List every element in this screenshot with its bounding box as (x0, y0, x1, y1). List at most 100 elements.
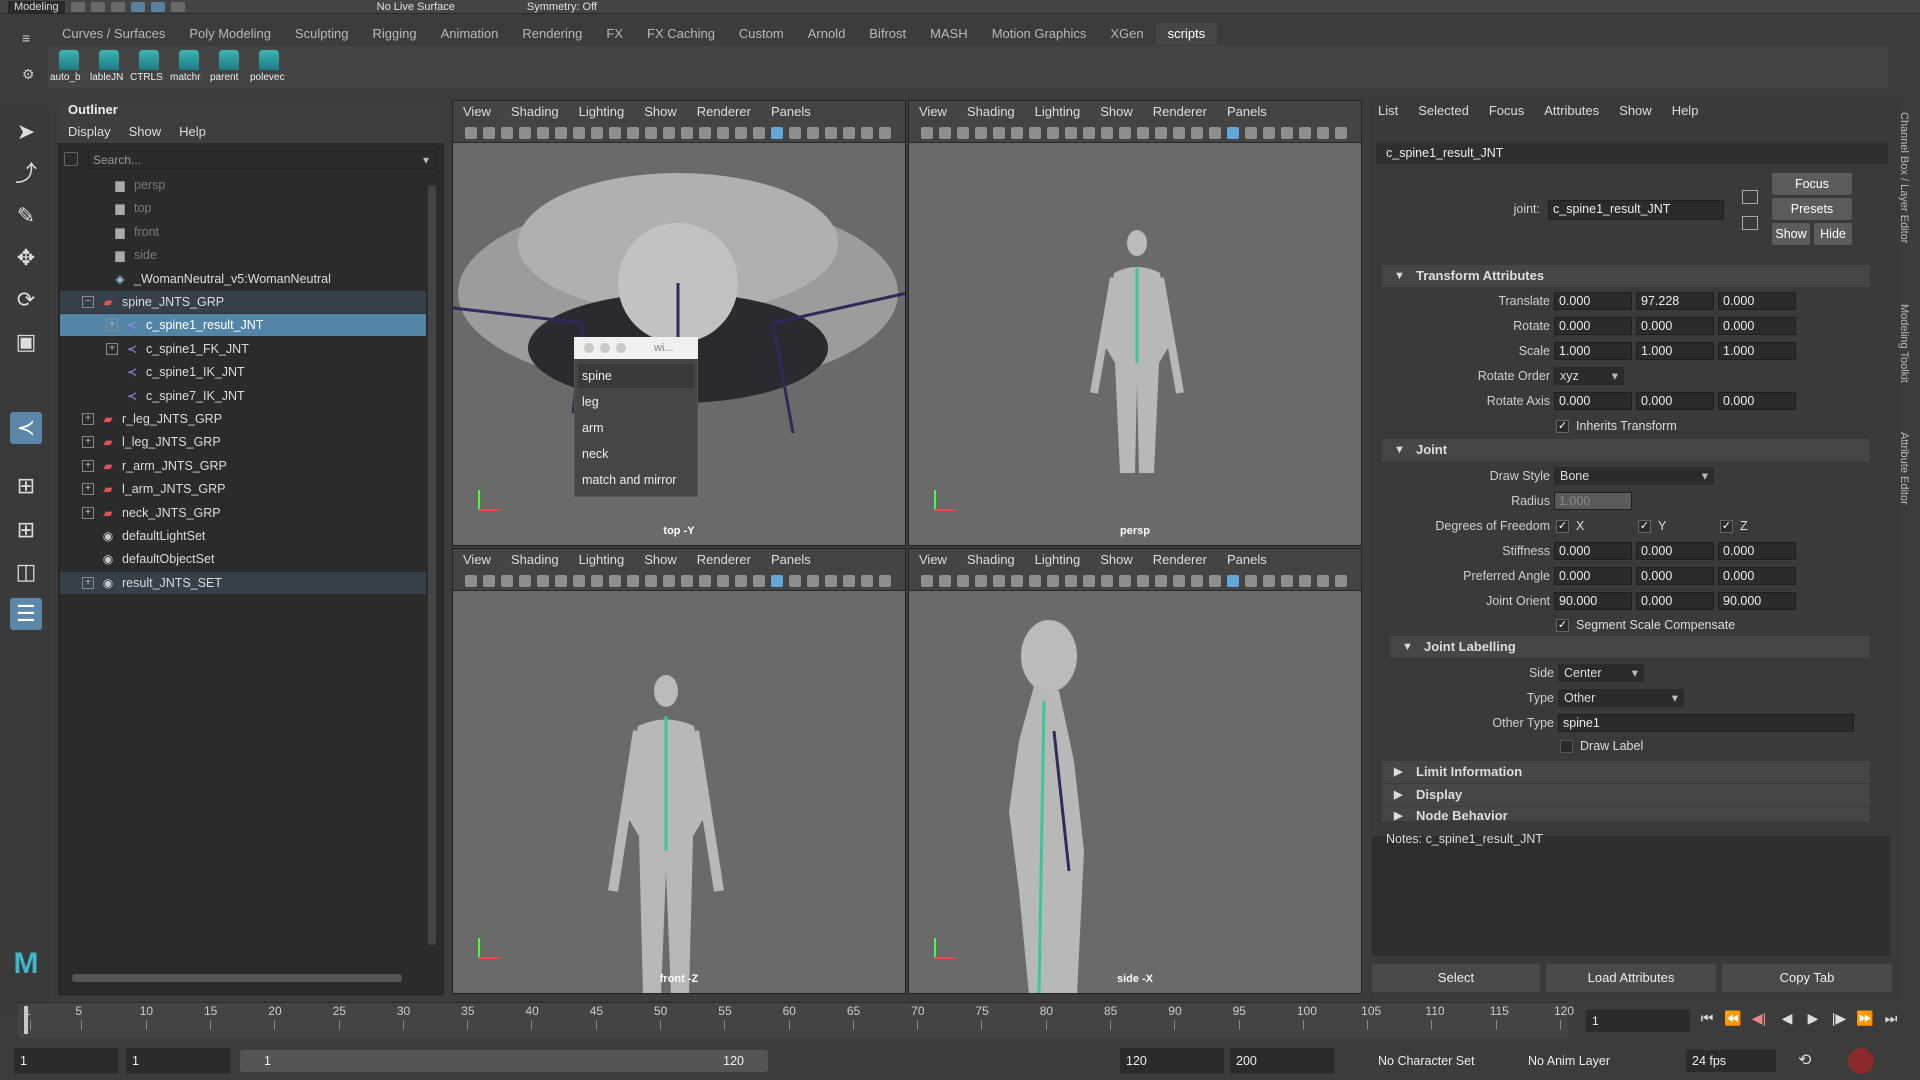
viewport-tool-icon[interactable] (939, 127, 951, 139)
scene-end-field[interactable]: 200 (1230, 1048, 1334, 1074)
ae-menu-selected[interactable]: Selected (1418, 100, 1469, 122)
outliner-menu-show[interactable]: Show (129, 121, 162, 143)
viewport-tool-icon[interactable] (1299, 575, 1311, 587)
viewport-tool-icon[interactable] (1155, 127, 1167, 139)
viewport-tool-icon[interactable] (645, 575, 657, 587)
vp-menu-lighting[interactable]: Lighting (579, 549, 625, 571)
vp-menu-view[interactable]: View (463, 101, 491, 123)
viewport-tool-icon[interactable] (975, 575, 987, 587)
viewport-tool-icon[interactable] (939, 575, 951, 587)
viewport-tool-icon[interactable] (609, 575, 621, 587)
viewport-tool-icon[interactable] (681, 127, 693, 139)
shelf-menu-icon[interactable]: ≡ (22, 30, 30, 46)
vp-menu-renderer[interactable]: Renderer (1153, 549, 1207, 571)
side-dropdown[interactable]: Center (1558, 664, 1644, 682)
outliner-item[interactable]: ◉ defaultObjectSet (60, 548, 426, 570)
vp-menu-panels[interactable]: Panels (771, 101, 811, 123)
viewport-tool-icon[interactable] (789, 575, 801, 587)
minimize-dot-icon[interactable] (600, 343, 610, 353)
outliner-scrollbar[interactable] (426, 171, 438, 961)
menu-item-arm[interactable]: arm (578, 416, 694, 440)
presets-button[interactable]: Presets (1772, 198, 1852, 220)
outliner-item[interactable]: + ≺ c_spine1_FK_JNT (60, 338, 426, 360)
rotate-z-field[interactable]: 0.000 (1718, 317, 1796, 335)
vp-menu-shading[interactable]: Shading (511, 549, 559, 571)
anim-layer-dropdown[interactable]: No Anim Layer (1528, 1050, 1658, 1072)
preferred-x-field[interactable]: 0.000 (1554, 567, 1632, 585)
playback-start-field[interactable]: 1 (126, 1048, 230, 1074)
outliner-item[interactable]: ▆ front (60, 221, 426, 243)
outliner-item[interactable]: − ▰ spine_JNTS_GRP (60, 291, 426, 313)
viewport-tool-icon[interactable] (1317, 575, 1329, 587)
shelf-tab[interactable]: Curves / Surfaces (50, 23, 177, 45)
outliner-item[interactable]: ◈ _WomanNeutral_v5:WomanNeutral (60, 268, 426, 290)
current-time-marker[interactable] (24, 1006, 28, 1034)
viewport-tool-icon[interactable] (591, 127, 603, 139)
viewport-tool-icon[interactable] (627, 127, 639, 139)
inherits-transform-checkbox[interactable]: ✓ (1556, 420, 1569, 433)
viewport-tool-icon[interactable] (699, 575, 711, 587)
outliner-menu-display[interactable]: Display (68, 121, 111, 143)
viewport-tool-icon[interactable] (1335, 127, 1347, 139)
viewport-tool-icon[interactable] (921, 127, 933, 139)
viewport-tool-icon[interactable] (465, 575, 477, 587)
expand-toggle-icon[interactable]: + (82, 413, 94, 425)
viewport-tool-icon[interactable] (879, 127, 891, 139)
viewport-tool-icon[interactable] (1029, 127, 1041, 139)
snap-grid-icon[interactable] (150, 1, 165, 12)
stiffness-x-field[interactable]: 0.000 (1554, 542, 1632, 560)
vp-menu-show[interactable]: Show (1100, 549, 1133, 571)
shelf-tab[interactable]: Poly Modeling (177, 23, 283, 45)
vp-menu-shading[interactable]: Shading (967, 101, 1015, 123)
vp-menu-lighting[interactable]: Lighting (1035, 101, 1081, 123)
segment-scale-checkbox[interactable]: ✓ (1556, 619, 1569, 632)
outliner-item[interactable]: + ▰ l_leg_JNTS_GRP (60, 431, 426, 453)
stiffness-z-field[interactable]: 0.000 (1718, 542, 1796, 560)
viewport-tool-icon[interactable] (609, 127, 621, 139)
new-scene-icon[interactable] (70, 1, 85, 12)
outliner-item[interactable]: ▆ persp (60, 174, 426, 196)
viewport-tool-icon[interactable] (825, 575, 837, 587)
viewport-tool-icon[interactable] (975, 127, 987, 139)
joint-orient-y-field[interactable]: 0.000 (1636, 592, 1714, 610)
rotate-axis-x-field[interactable]: 0.000 (1554, 392, 1632, 410)
step-back-key-icon[interactable]: ⏪ (1722, 1010, 1744, 1027)
vp-menu-view[interactable]: View (919, 549, 947, 571)
vp-menu-panels[interactable]: Panels (1227, 549, 1267, 571)
shelf-tab[interactable]: Motion Graphics (980, 23, 1099, 45)
side-tab-modeling-toolkit[interactable]: Modeling Toolkit (1898, 304, 1910, 383)
viewport-tool-icon[interactable] (1083, 127, 1095, 139)
play-forward-icon[interactable]: ▶ (1802, 1010, 1824, 1027)
notes-field[interactable] (1372, 836, 1890, 956)
viewport-tool-icon[interactable] (501, 127, 513, 139)
shelf-tab[interactable]: Arnold (796, 23, 858, 45)
viewport-tool-icon[interactable] (1029, 575, 1041, 587)
joint-name-field[interactable]: c_spine1_result_JNT (1548, 200, 1724, 220)
viewport-tool-icon[interactable] (1173, 127, 1185, 139)
viewport-tool-icon[interactable] (699, 127, 711, 139)
lasso-tool-icon[interactable]: ⤴ (10, 158, 42, 190)
vp-menu-lighting[interactable]: Lighting (579, 101, 625, 123)
dof-x-checkbox[interactable]: ✓ (1556, 520, 1569, 533)
preferred-y-field[interactable]: 0.000 (1636, 567, 1714, 585)
viewport-tool-icon[interactable] (861, 127, 873, 139)
stiffness-y-field[interactable]: 0.000 (1636, 542, 1714, 560)
vp-menu-view[interactable]: View (463, 549, 491, 571)
rotate-tool-icon[interactable]: ⟳ (10, 284, 42, 316)
viewport-tool-icon[interactable] (1065, 575, 1077, 587)
section-node-behavior[interactable]: ▶ Node Behavior (1382, 807, 1870, 821)
side-tab-attribute-editor[interactable]: Attribute Editor (1898, 432, 1910, 505)
shelf-tab-scripts[interactable]: scripts (1155, 23, 1218, 45)
translate-x-field[interactable]: 0.000 (1554, 292, 1632, 310)
outliner-menu-help[interactable]: Help (179, 121, 206, 143)
viewport-tool-icon[interactable] (1137, 127, 1149, 139)
rotate-axis-z-field[interactable]: 0.000 (1718, 392, 1796, 410)
viewport-persp[interactable]: View Shading Lighting Show Renderer Panels pe… (908, 100, 1362, 546)
viewport-tool-icon[interactable] (807, 127, 819, 139)
viewport-side[interactable]: View Shading Lighting Show Renderer Panels si… (908, 548, 1362, 994)
mode-dropdown[interactable]: Modeling (8, 0, 65, 13)
menu-item-match-mirror[interactable]: match and mirror (578, 468, 694, 492)
viewport-tool-icon[interactable] (555, 575, 567, 587)
ae-menu-help[interactable]: Help (1672, 100, 1699, 122)
viewport-tool-icon[interactable] (1281, 127, 1293, 139)
